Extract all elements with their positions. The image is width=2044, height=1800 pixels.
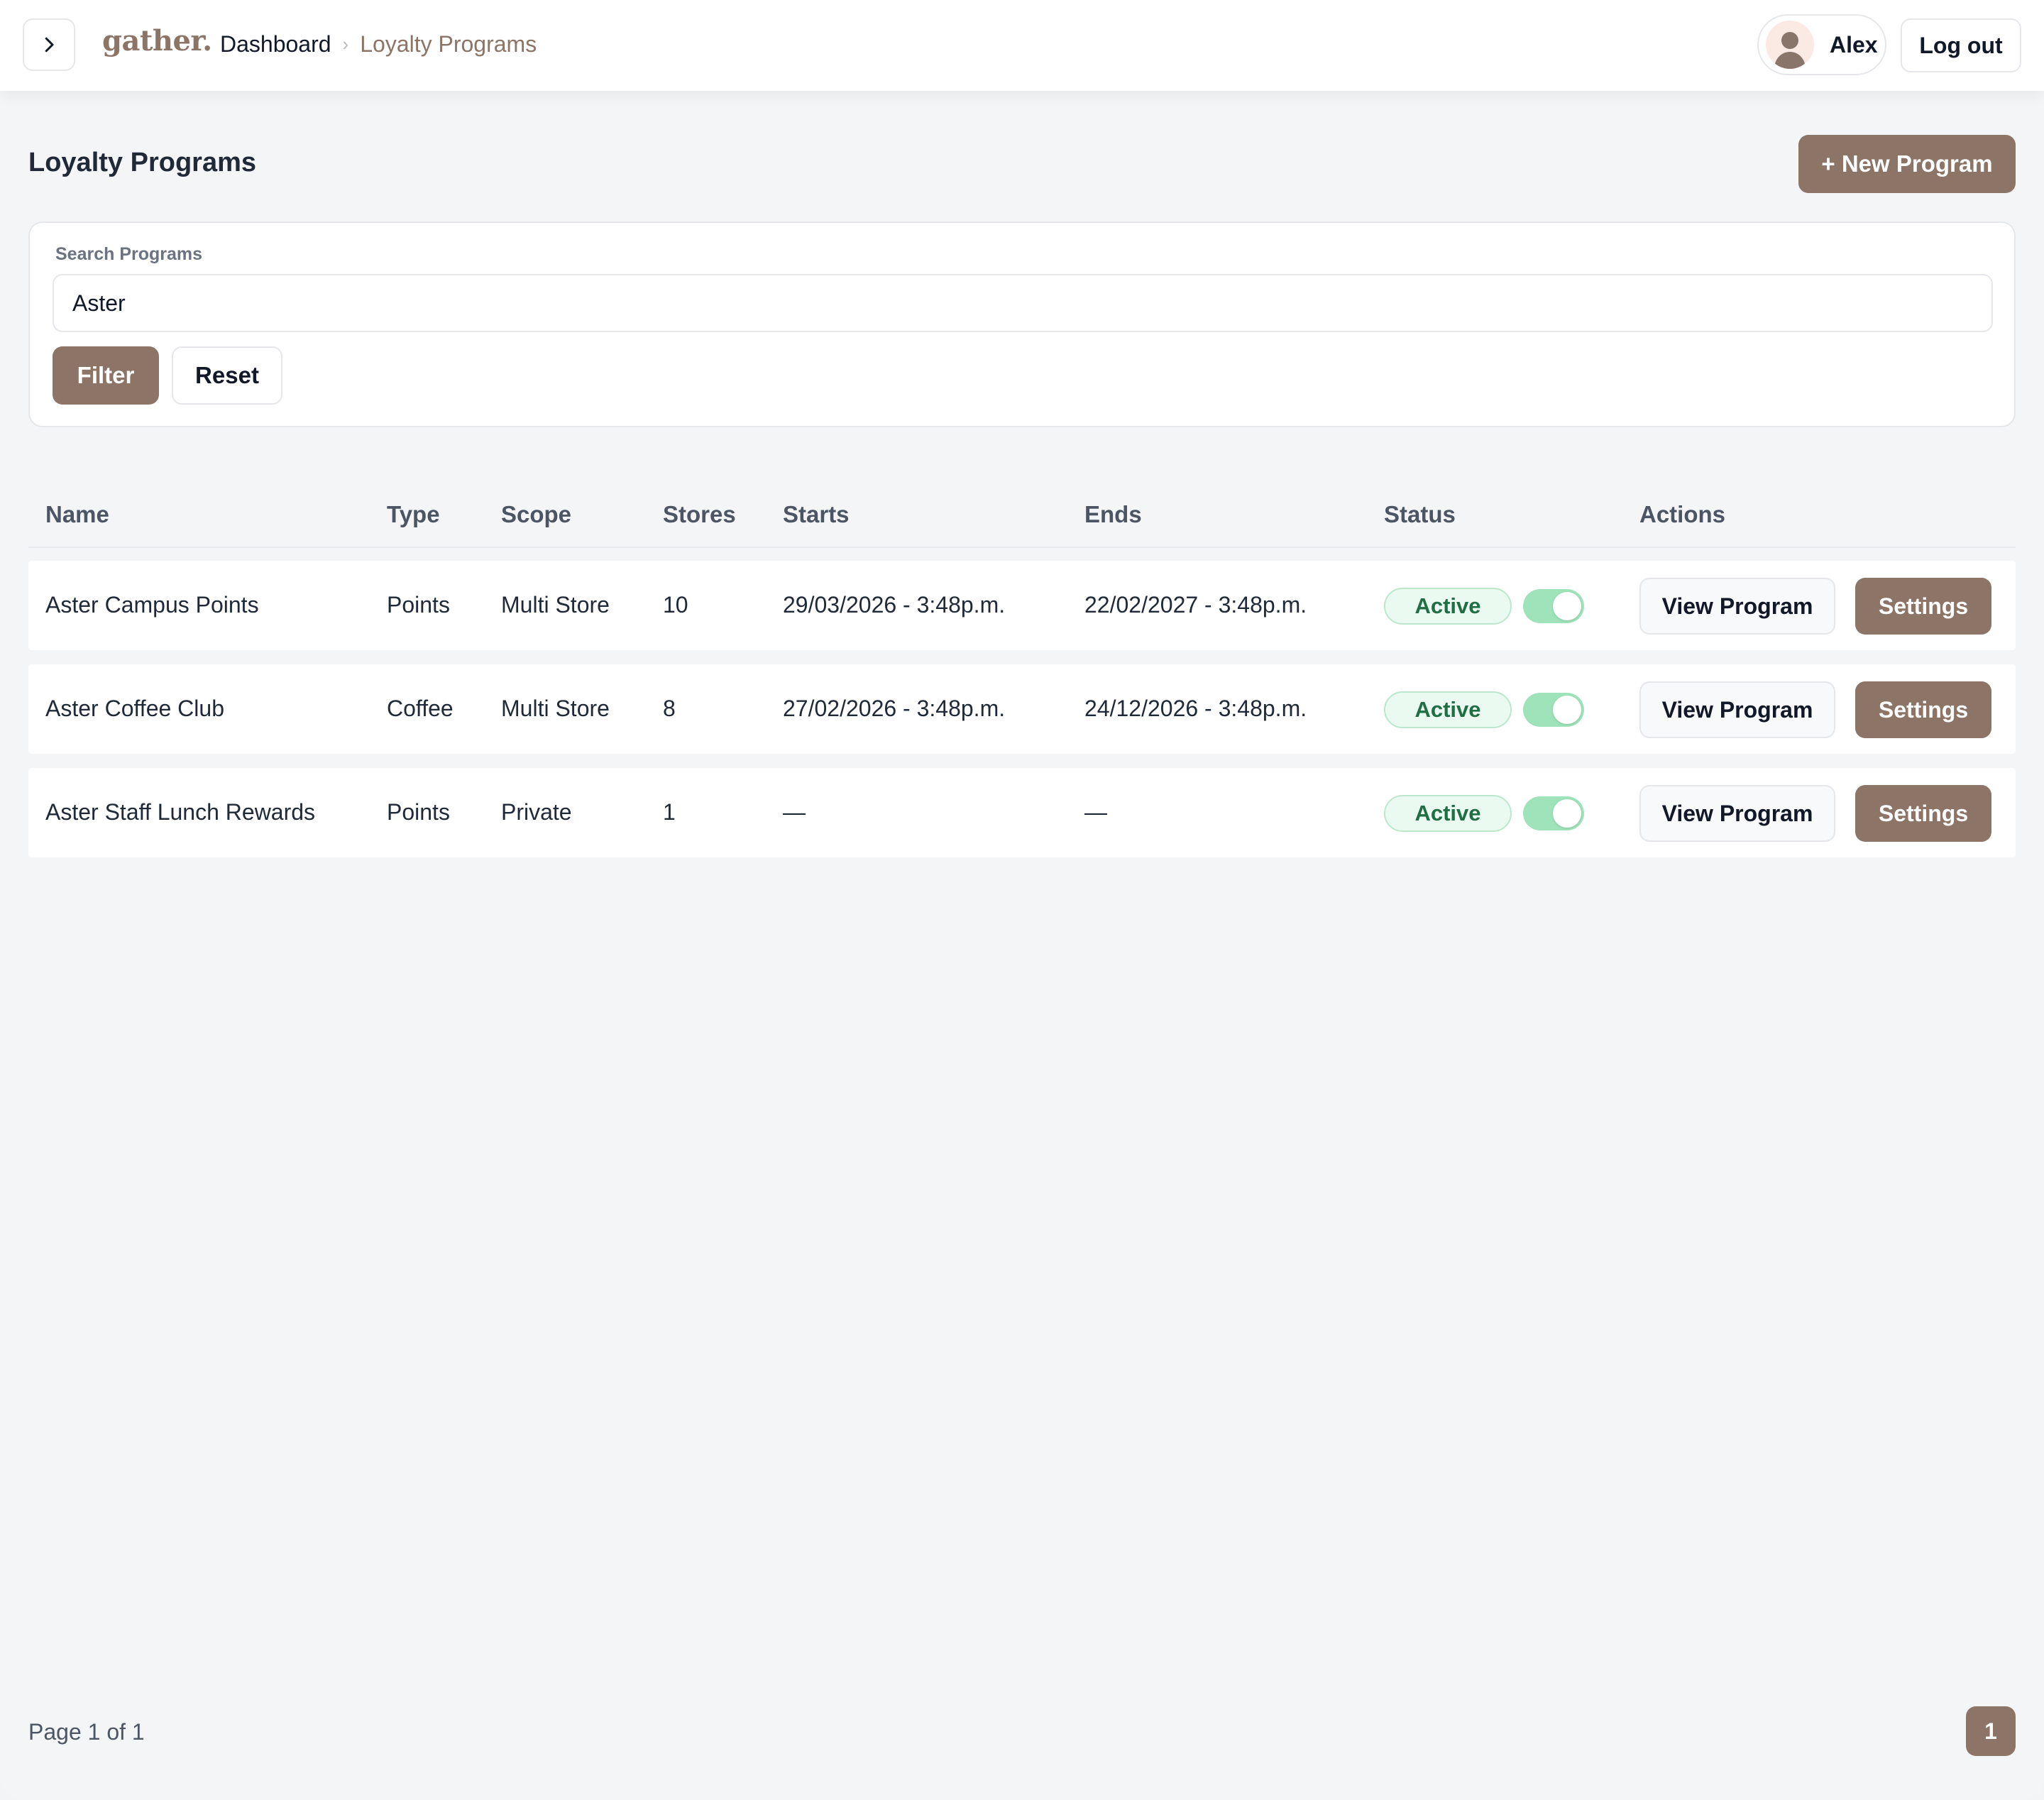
table-row: Aster Staff Lunch Rewards Points Private…	[28, 768, 2016, 857]
breadcrumb-separator: ›	[342, 33, 349, 55]
search-input[interactable]	[53, 274, 1993, 332]
user-menu-button[interactable]: Alex	[1757, 14, 1886, 75]
toggle-knob	[1553, 799, 1581, 828]
cell-name: Aster Coffee Club	[45, 696, 224, 721]
cell-stores: 8	[663, 696, 676, 721]
toggle-knob	[1553, 696, 1581, 724]
filter-button[interactable]: Filter	[53, 346, 159, 405]
breadcrumb: Dashboard › Loyalty Programs	[220, 31, 537, 57]
chevron-right-icon	[45, 37, 54, 53]
cell-ends: 22/02/2027 - 3:48p.m.	[1084, 592, 1307, 618]
page-title: Loyalty Programs	[28, 148, 256, 177]
cell-starts: 27/02/2026 - 3:48p.m.	[783, 696, 1006, 721]
sidebar-toggle-button[interactable]	[23, 18, 75, 71]
breadcrumb-dashboard-link[interactable]: Dashboard	[220, 31, 331, 57]
brand-logo[interactable]: gather.	[102, 24, 212, 57]
app-page: gather. Dashboard › Loyalty Programs Ale…	[0, 0, 2044, 1800]
toggle-knob	[1553, 592, 1581, 620]
breadcrumb-current: Loyalty Programs	[360, 31, 537, 57]
status-toggle[interactable]	[1523, 796, 1584, 830]
view-program-button[interactable]: View Program	[1639, 681, 1835, 738]
status-badge: Active	[1384, 588, 1512, 625]
cell-stores: 10	[663, 592, 688, 618]
top-bar: gather. Dashboard › Loyalty Programs Ale…	[0, 0, 2044, 91]
status-toggle[interactable]	[1523, 589, 1584, 623]
search-label: Search Programs	[55, 244, 203, 264]
cell-type: Points	[387, 799, 450, 825]
column-header-stores: Stores	[663, 501, 736, 527]
column-header-name: Name	[45, 501, 109, 527]
cell-type: Points	[387, 592, 450, 618]
avatar	[1766, 21, 1814, 69]
column-header-actions: Actions	[1639, 501, 1726, 527]
cell-starts: —	[783, 799, 806, 825]
user-icon	[1774, 32, 1806, 69]
column-header-scope: Scope	[501, 501, 572, 527]
cell-ends: 24/12/2026 - 3:48p.m.	[1084, 696, 1307, 721]
pagination-page-button[interactable]: 1	[1966, 1706, 2016, 1756]
column-header-starts: Starts	[783, 501, 850, 527]
new-program-button[interactable]: + New Program	[1798, 135, 2016, 193]
settings-button[interactable]: Settings	[1855, 681, 1991, 738]
user-name: Alex	[1830, 31, 1878, 57]
pagination-info: Page 1 of 1	[28, 1719, 145, 1745]
cell-ends: —	[1084, 799, 1107, 825]
cell-name: Aster Campus Points	[45, 592, 259, 618]
cell-type: Coffee	[387, 696, 454, 721]
reset-button[interactable]: Reset	[172, 346, 282, 405]
view-program-button[interactable]: View Program	[1639, 578, 1835, 635]
column-header-ends: Ends	[1084, 501, 1142, 527]
status-badge: Active	[1384, 691, 1512, 728]
status-toggle[interactable]	[1523, 693, 1584, 727]
settings-button[interactable]: Settings	[1855, 578, 1991, 635]
cell-scope: Private	[501, 799, 572, 825]
table-header: Name Type Scope Stores Starts Ends Statu…	[28, 488, 2016, 548]
logout-button[interactable]: Log out	[1901, 18, 2021, 72]
settings-button[interactable]: Settings	[1855, 785, 1991, 842]
cell-name: Aster Staff Lunch Rewards	[45, 799, 316, 825]
table-row: Aster Coffee Club Coffee Multi Store 8 2…	[28, 664, 2016, 754]
filter-card: Search Programs Filter Reset	[28, 221, 2016, 427]
column-header-status: Status	[1384, 501, 1456, 527]
table-row: Aster Campus Points Points Multi Store 1…	[28, 561, 2016, 650]
cell-starts: 29/03/2026 - 3:48p.m.	[783, 592, 1006, 618]
cell-scope: Multi Store	[501, 696, 610, 721]
cell-stores: 1	[663, 799, 676, 825]
view-program-button[interactable]: View Program	[1639, 785, 1835, 842]
cell-scope: Multi Store	[501, 592, 610, 618]
status-badge: Active	[1384, 795, 1512, 832]
column-header-type: Type	[387, 501, 440, 527]
